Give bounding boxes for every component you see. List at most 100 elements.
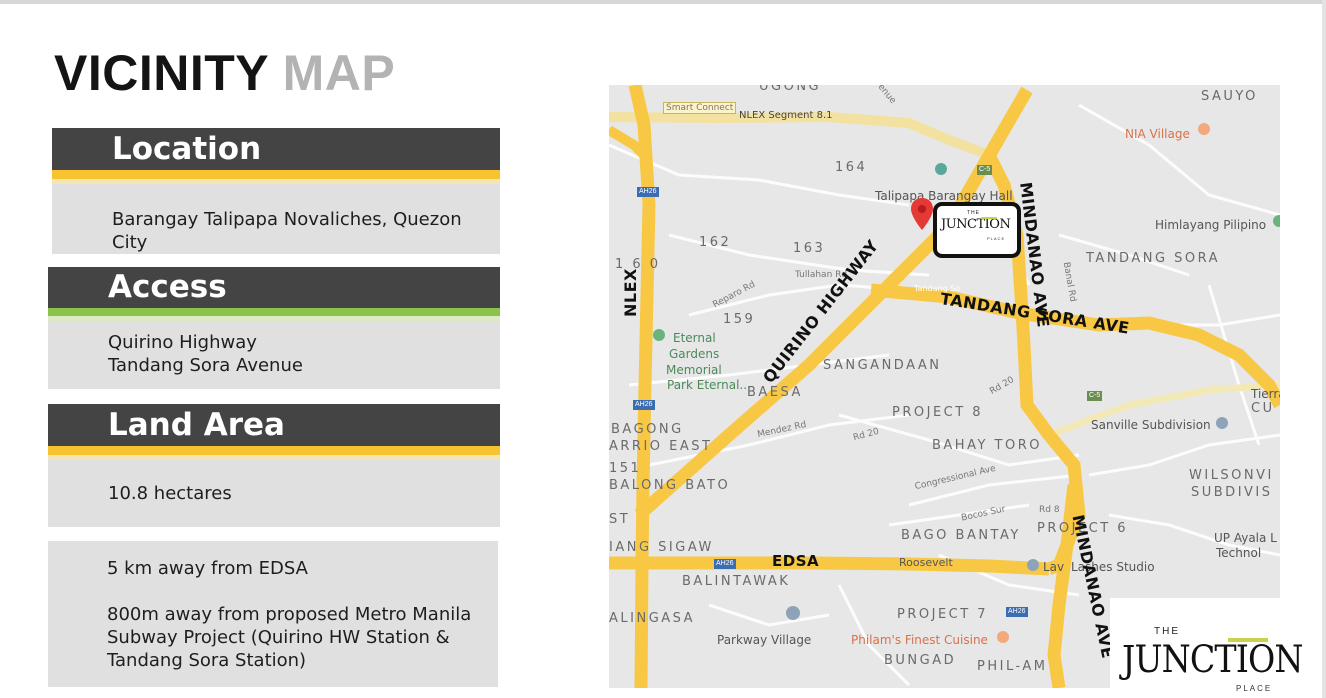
notes-spacer [107,580,498,603]
access-accent-stripe [48,308,500,316]
lav-label: Lav [1043,560,1065,574]
area-bungad: BUNGAD [884,653,957,668]
access-heading: Access [108,269,227,305]
callout-accent [981,217,997,219]
logo-place: PLACE [1236,684,1273,693]
park-eternal-label: Park Eternal... [667,378,751,392]
area-162: 162 [699,235,732,250]
eternal-gardens-pin-icon [653,329,665,341]
callout-junction: JUNCTION [941,217,1011,232]
land-area-box: 10.8 hectares [48,460,500,527]
land-area-accent-stripe [48,446,500,455]
barangay-hall-pin-icon [935,163,947,175]
ah26-badge-4: AH26 [1006,607,1028,617]
access-box: Quirino Highway Tandang Sora Avenue [48,321,500,389]
cu-label: CU [1251,401,1275,416]
nlex-segment-road [609,111,991,160]
area-164: 164 [835,160,868,175]
area-bahay-toro: BAHAY TORO [932,438,1042,453]
c5-badge-right: C-5 [1087,391,1103,401]
top-border [0,0,1326,4]
parkway-village-label: Parkway Village [717,633,812,647]
smart-connect-label: Smart Connect [663,102,737,114]
page-title: VICINITY MAP [54,44,395,102]
nlex-segment-label: NLEX Segment 8.1 [739,110,833,121]
nia-village-label: NIA Village [1125,127,1190,141]
ah26-badge-2: AH26 [633,400,655,410]
access-header: Access [48,267,500,308]
notes-line-4: Tandang Sora Station) [107,650,307,671]
title-word-vicinity: VICINITY [54,45,269,101]
area-st: ST [609,512,631,527]
eternal-label: Eternal [673,331,716,345]
lashes-studio-pin-icon [1027,559,1039,571]
area-wilsonvi: WILSONVI [1189,468,1274,483]
area-balong-bato: BALONG BATO [609,478,731,493]
c5-badge-top: C-5 [977,165,993,175]
logo-accent-bar [1228,638,1268,642]
area-alingasa: ALINGASA [609,611,696,626]
location-text: Barangay Talipapa Novaliches, Quezon Cit… [112,209,462,253]
right-border [1322,0,1326,698]
area-163: 163 [793,241,826,256]
edsa-road [609,556,1050,576]
area-sangandaan: SANGANDAAN [823,358,942,373]
philams-pin-icon [997,631,1009,643]
project-callout: THE JUNCTION PLACE [933,202,1021,258]
area-balintawak: BALINTAWAK [682,574,791,589]
nlex-road-label: NLEX [621,268,640,317]
callout-the: THE [967,210,980,216]
area-sigaw: IANG SIGAW [609,540,714,555]
area-bagong: BAGONG [611,422,684,437]
land-area-heading: Land Area [108,407,285,443]
area-151: 151 [609,461,642,476]
philams-label: Philam's Finest Cuisine [851,633,988,647]
area-project-8: PROJECT 8 [892,405,984,420]
edsa-road-label: EDSA [772,552,820,570]
tierra-label: Tierra [1251,387,1280,401]
gardens-label: Gardens [669,347,720,361]
location-header: Location [52,128,500,170]
notes-line-1: 5 km away from EDSA [107,558,308,579]
area-bago-bantay: BAGO BANTAY [901,528,1021,543]
talipapa-hall-label: Talipapa Barangay Hall [875,189,1013,203]
sanville-pin-icon [1216,417,1228,429]
parkway-village-pin-icon [786,606,800,620]
logo-the: THE [1154,626,1180,637]
location-heading: Location [112,131,262,167]
land-area-header: Land Area [48,404,500,446]
area-barrio-east: ARRIO EAST [609,439,713,454]
memorial-label: Memorial [666,363,722,377]
proximity-notes-box: 5 km away from EDSA 800m away from propo… [48,541,498,687]
junction-place-logo: THE JUNCTION PLACE [1110,598,1304,693]
callout-place: PLACE [987,236,1006,241]
area-project-7: PROJECT 7 [897,607,989,622]
area-subdivis: SUBDIVIS [1191,485,1273,500]
himlayang-pin-icon [1273,215,1280,227]
area-ugong: UGONG [759,85,822,94]
area-baesa: BAESA [747,385,803,400]
up-ayala-label: UP Ayala L [1214,531,1277,545]
area-tandang-sora: TANDANG SORA [1086,251,1221,266]
roosevelt-label: Roosevelt [899,556,953,569]
access-line-2: Tandang Sora Avenue [108,355,303,376]
access-line-1: Quirino Highway [108,332,257,353]
area-phil-am: PHIL-AM [977,659,1048,674]
nia-village-pin-icon [1198,123,1210,135]
location-accent-stripe [52,170,500,179]
ah26-badge-1: AH26 [637,187,659,197]
location-box: Barangay Talipapa Novaliches, Quezon Cit… [52,184,500,254]
area-159: 159 [723,312,756,327]
land-area-text: 10.8 hectares [108,483,232,504]
area-sauyo: SAUYO [1201,89,1258,104]
notes-line-2: 800m away from proposed Metro Manila [107,604,472,625]
logo-junction: JUNCTION [1122,638,1304,681]
nlex-road [628,85,656,688]
notes-line-3: Subway Project (Quirino HW Station & [107,627,450,648]
ah26-badge-3: AH26 [714,559,736,569]
rd-8-label: Rd 8 [1039,505,1060,515]
sanville-label: Sanville Subdivision [1091,418,1211,432]
location-pin-icon [911,198,933,230]
himlayang-label: Himlayang Pilipino [1155,218,1267,232]
technol-label: Technol [1216,546,1262,560]
